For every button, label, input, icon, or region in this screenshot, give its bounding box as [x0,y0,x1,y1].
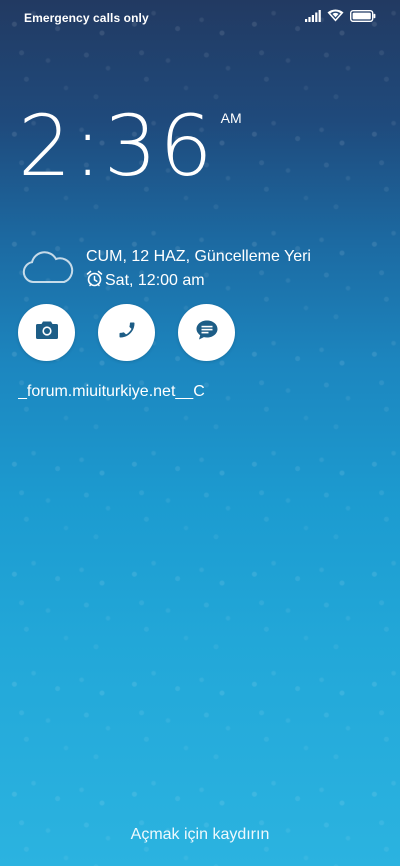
status-icons [305,9,376,27]
messages-button[interactable] [178,304,235,361]
alarm-clock-icon [86,270,103,292]
weather-widget: CUM, 12 HAZ, Güncelleme Yeri Sat, 12:00 … [20,248,311,292]
status-bar: Emergency calls only [0,0,400,36]
wifi-icon [327,9,344,27]
lockscreen-shortcuts [18,304,235,361]
alarm-text: Sat, 12:00 am [105,272,205,289]
phone-icon [117,320,137,345]
unlock-hint[interactable]: Açmak için kaydırın [0,826,400,844]
owner-info-text: _forum.miuiturkiye.net__C [18,383,205,400]
camera-icon [35,320,59,345]
signal-icon [305,9,321,27]
next-alarm: Sat, 12:00 am [86,270,311,292]
clock-time: 2:36 [18,97,215,195]
camera-button[interactable] [18,304,75,361]
message-icon [195,319,219,346]
lockscreen-clock: 2:36 AM [18,104,242,188]
battery-icon [349,9,376,27]
clock-ampm: AM [220,110,242,126]
date-location-text: CUM, 12 HAZ, Güncelleme Yeri [86,248,311,265]
carrier-status-text: Emergency calls only [24,11,149,25]
cloud-icon [20,250,76,291]
phone-button[interactable] [98,304,155,361]
